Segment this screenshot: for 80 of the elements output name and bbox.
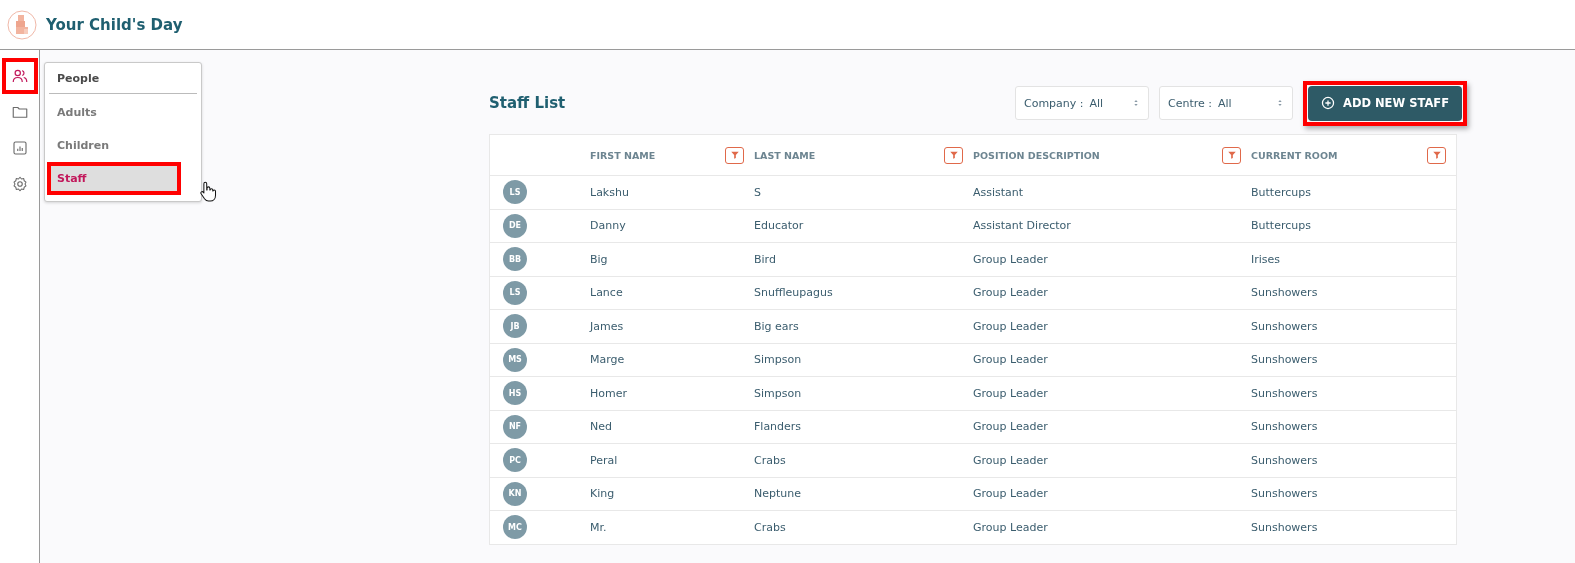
- table-cell: Assistant Director: [973, 219, 1071, 233]
- add-staff-button[interactable]: ADD NEW STAFF: [1308, 85, 1462, 121]
- table-cell: Bird: [754, 252, 776, 266]
- table-cell: Buttercups: [1251, 219, 1311, 233]
- initials-avatar: BB: [503, 247, 527, 272]
- filter-button[interactable]: [944, 146, 963, 164]
- table-cell: Sunshowers: [1251, 420, 1318, 434]
- table-cell: Marge: [590, 353, 625, 367]
- filter-icon: [1431, 150, 1442, 160]
- table-cell: Lakshu: [590, 185, 629, 199]
- plus-circle-icon: [1321, 96, 1335, 110]
- app-title: Your Child's Day: [46, 15, 183, 34]
- filter-icon: [729, 150, 740, 160]
- table-cell: Group Leader: [973, 286, 1048, 300]
- table-cell: Buttercups: [1251, 185, 1311, 199]
- initials-avatar: LS: [503, 180, 527, 205]
- menu-heading: People: [49, 67, 197, 94]
- filter-dropdown[interactable]: Company : All: [1015, 86, 1149, 120]
- table-cell: Sunshowers: [1251, 319, 1318, 333]
- initials-avatar: NF: [503, 414, 527, 439]
- table-cell: Group Leader: [973, 353, 1048, 367]
- initials-avatar: MC: [503, 515, 527, 540]
- menu-item[interactable]: Children: [49, 131, 197, 160]
- table-cell: Danny: [590, 219, 626, 233]
- initials-avatar: MS: [503, 347, 527, 372]
- table-cell: Group Leader: [973, 386, 1048, 400]
- table-cell: Group Leader: [973, 319, 1048, 333]
- table-cell: S: [754, 185, 761, 199]
- table-cell: Assistant: [973, 185, 1024, 199]
- table-cell: Mr.: [590, 520, 607, 534]
- filter-button[interactable]: [1427, 146, 1446, 164]
- table-cell: Group Leader: [973, 420, 1048, 434]
- filter-button[interactable]: [725, 146, 744, 164]
- table-cell: Irises: [1251, 252, 1281, 266]
- table-cell: Group Leader: [973, 252, 1048, 266]
- filter-icon: [948, 150, 959, 160]
- table-cell: Sunshowers: [1251, 286, 1318, 300]
- table-cell: James: [590, 319, 624, 333]
- table-cell: Snuffleupagus: [754, 286, 833, 300]
- table-cell: Sunshowers: [1251, 386, 1318, 400]
- table-cell: Big: [590, 252, 608, 266]
- table-cell: Group Leader: [973, 520, 1048, 534]
- table-cell: Sunshowers: [1251, 453, 1318, 467]
- table-cell: Sunshowers: [1251, 353, 1318, 367]
- table-cell: Crabs: [754, 453, 786, 467]
- table-cell: Crabs: [754, 520, 786, 534]
- table-cell: Educator: [754, 219, 804, 233]
- column-header: LAST NAME: [754, 149, 816, 161]
- initials-avatar: KN: [503, 481, 527, 506]
- table-cell: Lance: [590, 286, 623, 300]
- initials-avatar: LS: [503, 280, 527, 305]
- table-cell: Sunshowers: [1251, 487, 1318, 501]
- table-cell: Sunshowers: [1251, 520, 1318, 534]
- initials-avatar: HS: [503, 381, 527, 406]
- page-title: Staff List: [489, 94, 566, 112]
- table-cell: Big ears: [754, 319, 799, 333]
- table-cell: Flanders: [754, 420, 802, 434]
- table-cell: Simpson: [754, 353, 802, 367]
- initials-avatar: JB: [503, 314, 527, 339]
- bar-chart-icon: [10, 139, 29, 157]
- table-cell: Neptune: [754, 487, 801, 501]
- blocks-logo-icon: [7, 9, 37, 40]
- filter-icon: [1226, 150, 1237, 160]
- column-header: CURRENT ROOM: [1251, 149, 1338, 161]
- table-cell: Homer: [590, 386, 627, 400]
- table-cell: Ned: [590, 420, 612, 434]
- settings-icon: [10, 175, 29, 193]
- table-cell: King: [590, 487, 615, 501]
- initials-avatar: DE: [503, 213, 527, 238]
- column-header: FIRST NAME: [590, 149, 656, 161]
- table-cell: Simpson: [754, 386, 802, 400]
- table-cell: Peral: [590, 453, 618, 467]
- initials-avatar: PC: [503, 448, 527, 473]
- table-cell: Group Leader: [973, 487, 1048, 501]
- column-header: POSITION DESCRIPTION: [973, 149, 1100, 161]
- filter-dropdown[interactable]: Centre : All: [1159, 86, 1293, 120]
- menu-item[interactable]: Adults: [49, 98, 197, 127]
- table-cell: Group Leader: [973, 453, 1048, 467]
- filter-button[interactable]: [1222, 146, 1241, 164]
- people-icon: [10, 67, 29, 85]
